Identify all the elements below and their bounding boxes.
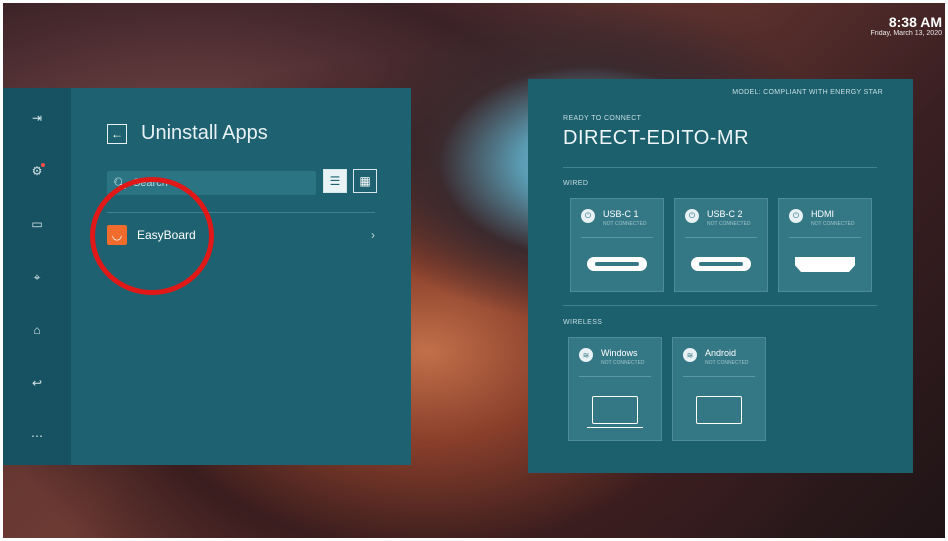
tablet-icon [696, 396, 742, 424]
model-label: MODEL: COMPLIANT WITH ENERGY STAR [732, 89, 883, 96]
wifi-icon: ≋ [579, 348, 593, 362]
hdmi-connector-icon [795, 257, 855, 272]
card-status: NOT CONNECTED [811, 221, 855, 227]
connection-panel: MODEL: COMPLIANT WITH ENERGY STAR READY … [528, 79, 913, 473]
back-icon[interactable]: ↩ [29, 375, 45, 391]
clock-date: Friday, March 13, 2020 [870, 30, 942, 37]
more-icon[interactable]: ⋯ [29, 428, 45, 444]
divider [563, 305, 877, 306]
whiteboard-icon[interactable]: ▭ [29, 216, 45, 232]
usb-icon: ⏻ [581, 209, 595, 223]
card-status: NOT CONNECTED [601, 360, 645, 366]
settings-icon[interactable]: ⚙ [29, 163, 45, 179]
wireless-card-windows[interactable]: ≋ Windows NOT CONNECTED [568, 337, 662, 441]
page-title: Uninstall Apps [141, 122, 268, 144]
card-name: Android [705, 348, 737, 358]
wired-card-usb-c-2[interactable]: ⏻ USB-C 2 NOT CONNECTED [674, 198, 768, 292]
wired-card-hdmi[interactable]: ⏻ HDMI NOT CONNECTED [778, 198, 872, 292]
wireless-label: WIRELESS [563, 319, 603, 326]
card-name: USB-C 2 [707, 209, 743, 219]
chevron-right-icon: › [371, 228, 375, 242]
list-icon: ☰ [329, 174, 341, 188]
card-status: NOT CONNECTED [603, 221, 647, 227]
card-name: HDMI [811, 209, 834, 219]
wired-label: WIRED [563, 180, 589, 187]
title-row: ← Uninstall Apps [107, 122, 268, 145]
settings-panel: ⇥ ⚙ ▭ ⌖ ⌂ ↩ ⋯ ← Uninstall Apps 🔍︎ ☰ ▦ ◡ … [3, 88, 411, 465]
screen-share-icon[interactable]: ⌖ [29, 269, 45, 285]
list-view-button[interactable]: ☰ [323, 169, 347, 193]
ready-label: READY TO CONNECT [563, 115, 642, 122]
annotation-circle [90, 177, 214, 295]
back-arrow-button[interactable]: ← [107, 123, 127, 144]
grid-icon: ▦ [359, 174, 371, 188]
card-name: USB-C 1 [603, 209, 639, 219]
input-icon[interactable]: ⇥ [29, 110, 45, 126]
hdmi-icon: ⏻ [789, 209, 803, 223]
clock: 8:38 AM Friday, March 13, 2020 [871, 14, 942, 37]
side-rail: ⇥ ⚙ ▭ ⌖ ⌂ ↩ ⋯ [3, 88, 71, 465]
device-name: DIRECT-EDITO-MR [563, 127, 750, 149]
usb-c-connector-icon [691, 257, 751, 271]
laptop-icon [587, 396, 643, 428]
home-icon[interactable]: ⌂ [29, 322, 45, 338]
wifi-icon: ≋ [683, 348, 697, 362]
usb-c-connector-icon [587, 257, 647, 271]
clock-time: 8:38 AM [888, 14, 942, 30]
wireless-card-android[interactable]: ≋ Android NOT CONNECTED [672, 337, 766, 441]
divider [563, 167, 877, 168]
wired-card-usb-c-1[interactable]: ⏻ USB-C 1 NOT CONNECTED [570, 198, 664, 292]
arrow-left-icon: ← [111, 126, 123, 141]
card-status: NOT CONNECTED [705, 360, 749, 366]
grid-view-button[interactable]: ▦ [353, 169, 377, 193]
card-name: Windows [601, 348, 638, 358]
usb-icon: ⏻ [685, 209, 699, 223]
card-status: NOT CONNECTED [707, 221, 751, 227]
